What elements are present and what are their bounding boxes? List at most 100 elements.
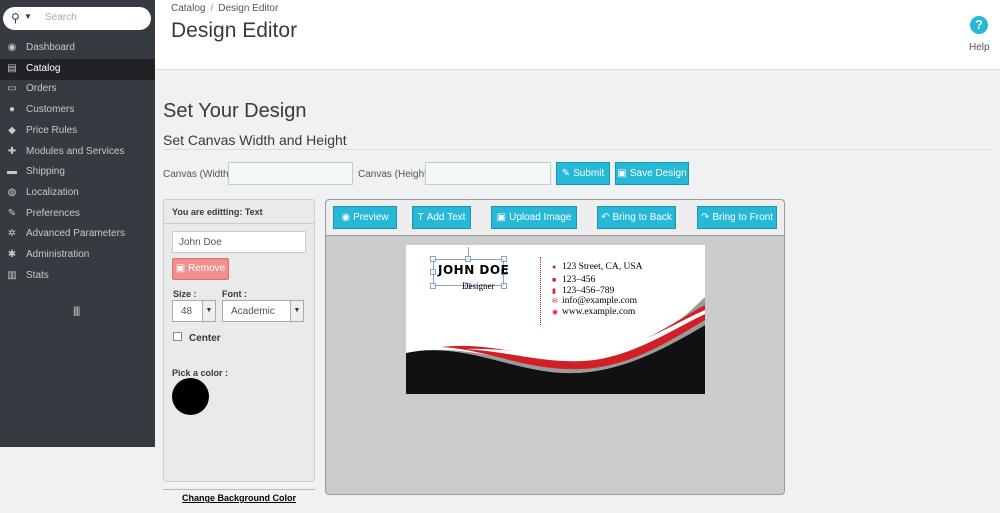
bring-to-back-button[interactable]: ↶ Bring to Back	[597, 206, 676, 229]
sidebar-item-localization[interactable]: ◍ Localization	[0, 183, 155, 204]
sidebar-item-orders[interactable]: ▭ Orders	[0, 79, 155, 100]
sidebar-item-customers[interactable]: ● Customers	[0, 100, 155, 121]
sidebar-item-label: Orders	[26, 83, 57, 95]
size-label: Size :	[173, 289, 197, 299]
page-header: Catalog / Design Editor Design Editor ? He…	[155, 0, 1000, 70]
sidebar: ⚲ ▼ Search ◉ Dashboard ▤ Catalog ▭ Orders ● Cus…	[0, 0, 155, 447]
collapse-sidebar-icon[interactable]: ||||	[73, 306, 80, 317]
color-picker-swatch[interactable]	[172, 378, 209, 415]
resize-handle[interactable]	[430, 269, 436, 275]
divider	[163, 149, 993, 150]
globe-icon: ◍	[7, 186, 17, 198]
resize-handle[interactable]	[501, 283, 507, 289]
size-select[interactable]: 48 ▼	[172, 300, 216, 322]
canvas-panel: ◉ Preview T Add Text ▣ Upload Image ↶ Bring …	[325, 199, 785, 495]
pick-color-label: Pick a color :	[172, 368, 229, 378]
remove-button[interactable]: ▣ Remove	[172, 258, 229, 280]
breadcrumb-catalog[interactable]: Catalog	[171, 3, 205, 14]
save-design-button[interactable]: ▣ Save Design	[615, 162, 689, 185]
sidebar-item-price-rules[interactable]: ◆ Price Rules	[0, 121, 155, 142]
envelope-icon: ✉	[552, 297, 558, 305]
dashboard-icon: ◉	[7, 42, 17, 53]
card-dotted-divider	[540, 257, 541, 325]
help-icon[interactable]: ?	[970, 16, 988, 34]
search-box[interactable]: ⚲ ▼ Search	[3, 7, 151, 30]
canvas-width-input[interactable]	[228, 162, 353, 185]
sidebar-item-label: Preferences	[26, 207, 80, 219]
truck-icon: ▬	[7, 166, 17, 178]
text-content-input[interactable]	[172, 231, 306, 253]
reply-icon: ↶	[601, 212, 610, 223]
bring-to-front-button[interactable]: ↷ Bring to Front	[697, 206, 777, 229]
sidebar-item-label: Localization	[26, 186, 79, 198]
chevron-down-icon[interactable]: ▼	[24, 12, 32, 21]
trash-icon: ▣	[175, 263, 186, 274]
sidebar-item-preferences[interactable]: ✎ Preferences	[0, 204, 155, 225]
wrench-icon: ✎	[7, 207, 17, 219]
sidebar-item-label: Price Rules	[26, 124, 78, 136]
sidebar-item-label: Dashboard	[26, 42, 75, 53]
card-email[interactable]: ✉ info@example.com	[552, 296, 637, 306]
eye-icon: ◉	[341, 212, 351, 223]
canvas-toolbar: ◉ Preview T Add Text ▣ Upload Image ↶ Bring …	[326, 200, 784, 236]
search-input[interactable]: Search	[45, 12, 77, 23]
gear-icon: ✱	[7, 249, 17, 260]
center-label: Center	[189, 333, 221, 344]
card-role-text[interactable]: Designer	[462, 281, 495, 291]
chevron-down-icon[interactable]: ▼	[202, 301, 215, 321]
edit-panel: You are editting: Text ▣ Remove Size : 4…	[163, 199, 315, 482]
search-icon[interactable]: ⚲	[11, 11, 20, 25]
sidebar-item-label: Customers	[26, 104, 75, 116]
font-select[interactable]: Academic ▼	[222, 300, 304, 322]
tag-icon: ◆	[8, 124, 16, 136]
canvas-height-label: Canvas (Height):	[358, 169, 434, 180]
puzzle-icon: ✚	[7, 145, 17, 157]
wrench-icon: ✎	[561, 168, 571, 179]
sidebar-item-administration[interactable]: ✱ Administration	[0, 245, 155, 266]
canvas-width-label: Canvas (Width):	[163, 169, 235, 180]
resize-handle[interactable]	[501, 256, 507, 262]
resize-handle[interactable]	[430, 256, 436, 262]
help-label[interactable]: Help	[969, 42, 990, 53]
page-title: Design Editor	[171, 19, 298, 42]
sidebar-item-label: Advanced Parameters	[26, 228, 125, 240]
canvas-height-input[interactable]	[425, 162, 551, 185]
cogs-icon: ✲	[7, 228, 17, 240]
sidebar-item-modules-and-services[interactable]: ✚ Modules and Services	[0, 142, 155, 163]
sidebar-item-dashboard[interactable]: ◉ Dashboard	[0, 38, 155, 59]
breadcrumb-design-editor: Design Editor	[218, 3, 279, 14]
change-background-color-link[interactable]: Change Background Color	[163, 489, 315, 503]
text-icon: T	[417, 212, 424, 223]
font-label: Font :	[222, 289, 247, 299]
floppy-disk-icon: ▣	[617, 168, 627, 179]
share-icon: ↷	[701, 212, 710, 223]
sidebar-item-label: Modules and Services	[26, 145, 125, 157]
sidebar-item-catalog[interactable]: ▤ Catalog	[0, 58, 155, 80]
sidebar-item-shipping[interactable]: ▬ Shipping	[0, 162, 155, 183]
card-website[interactable]: ◉ www.example.com	[552, 307, 635, 317]
sidebar-item-label: Administration	[26, 249, 90, 260]
map-marker-icon: ●	[552, 263, 557, 271]
card-phone-2[interactable]: ▮ 123–456–789	[552, 286, 614, 296]
globe-icon: ◉	[552, 308, 559, 316]
center-checkbox[interactable]	[173, 332, 182, 341]
section-subtitle: Set Canvas Width and Height	[163, 132, 347, 148]
card-name-text[interactable]: JOHN DOE	[438, 263, 509, 277]
sidebar-item-label: Catalog	[26, 62, 61, 74]
chevron-down-icon[interactable]: ▼	[290, 301, 303, 321]
edit-panel-heading: You are editting: Text	[164, 200, 314, 224]
sidebar-item-stats[interactable]: ▥ Stats	[0, 266, 155, 287]
design-canvas[interactable]: JOHN DOE Designer ● 123 Street, CA, USA ■…	[406, 245, 705, 394]
card-phone-1[interactable]: ■ 123–456	[552, 275, 595, 285]
submit-button[interactable]: ✎ Submit	[556, 162, 610, 185]
phone-icon: ■	[552, 276, 557, 284]
add-text-button[interactable]: T Add Text	[412, 206, 471, 229]
sidebar-item-advanced-parameters[interactable]: ✲ Advanced Parameters	[0, 224, 155, 245]
upload-image-button[interactable]: ▣ Upload Image	[491, 206, 577, 229]
card-address[interactable]: ● 123 Street, CA, USA	[552, 262, 643, 272]
sidebar-item-label: Stats	[26, 269, 49, 281]
resize-handle[interactable]	[430, 283, 436, 289]
resize-handle[interactable]	[465, 256, 471, 262]
breadcrumb: Catalog / Design Editor	[171, 3, 278, 14]
preview-button[interactable]: ◉ Preview	[333, 206, 397, 229]
